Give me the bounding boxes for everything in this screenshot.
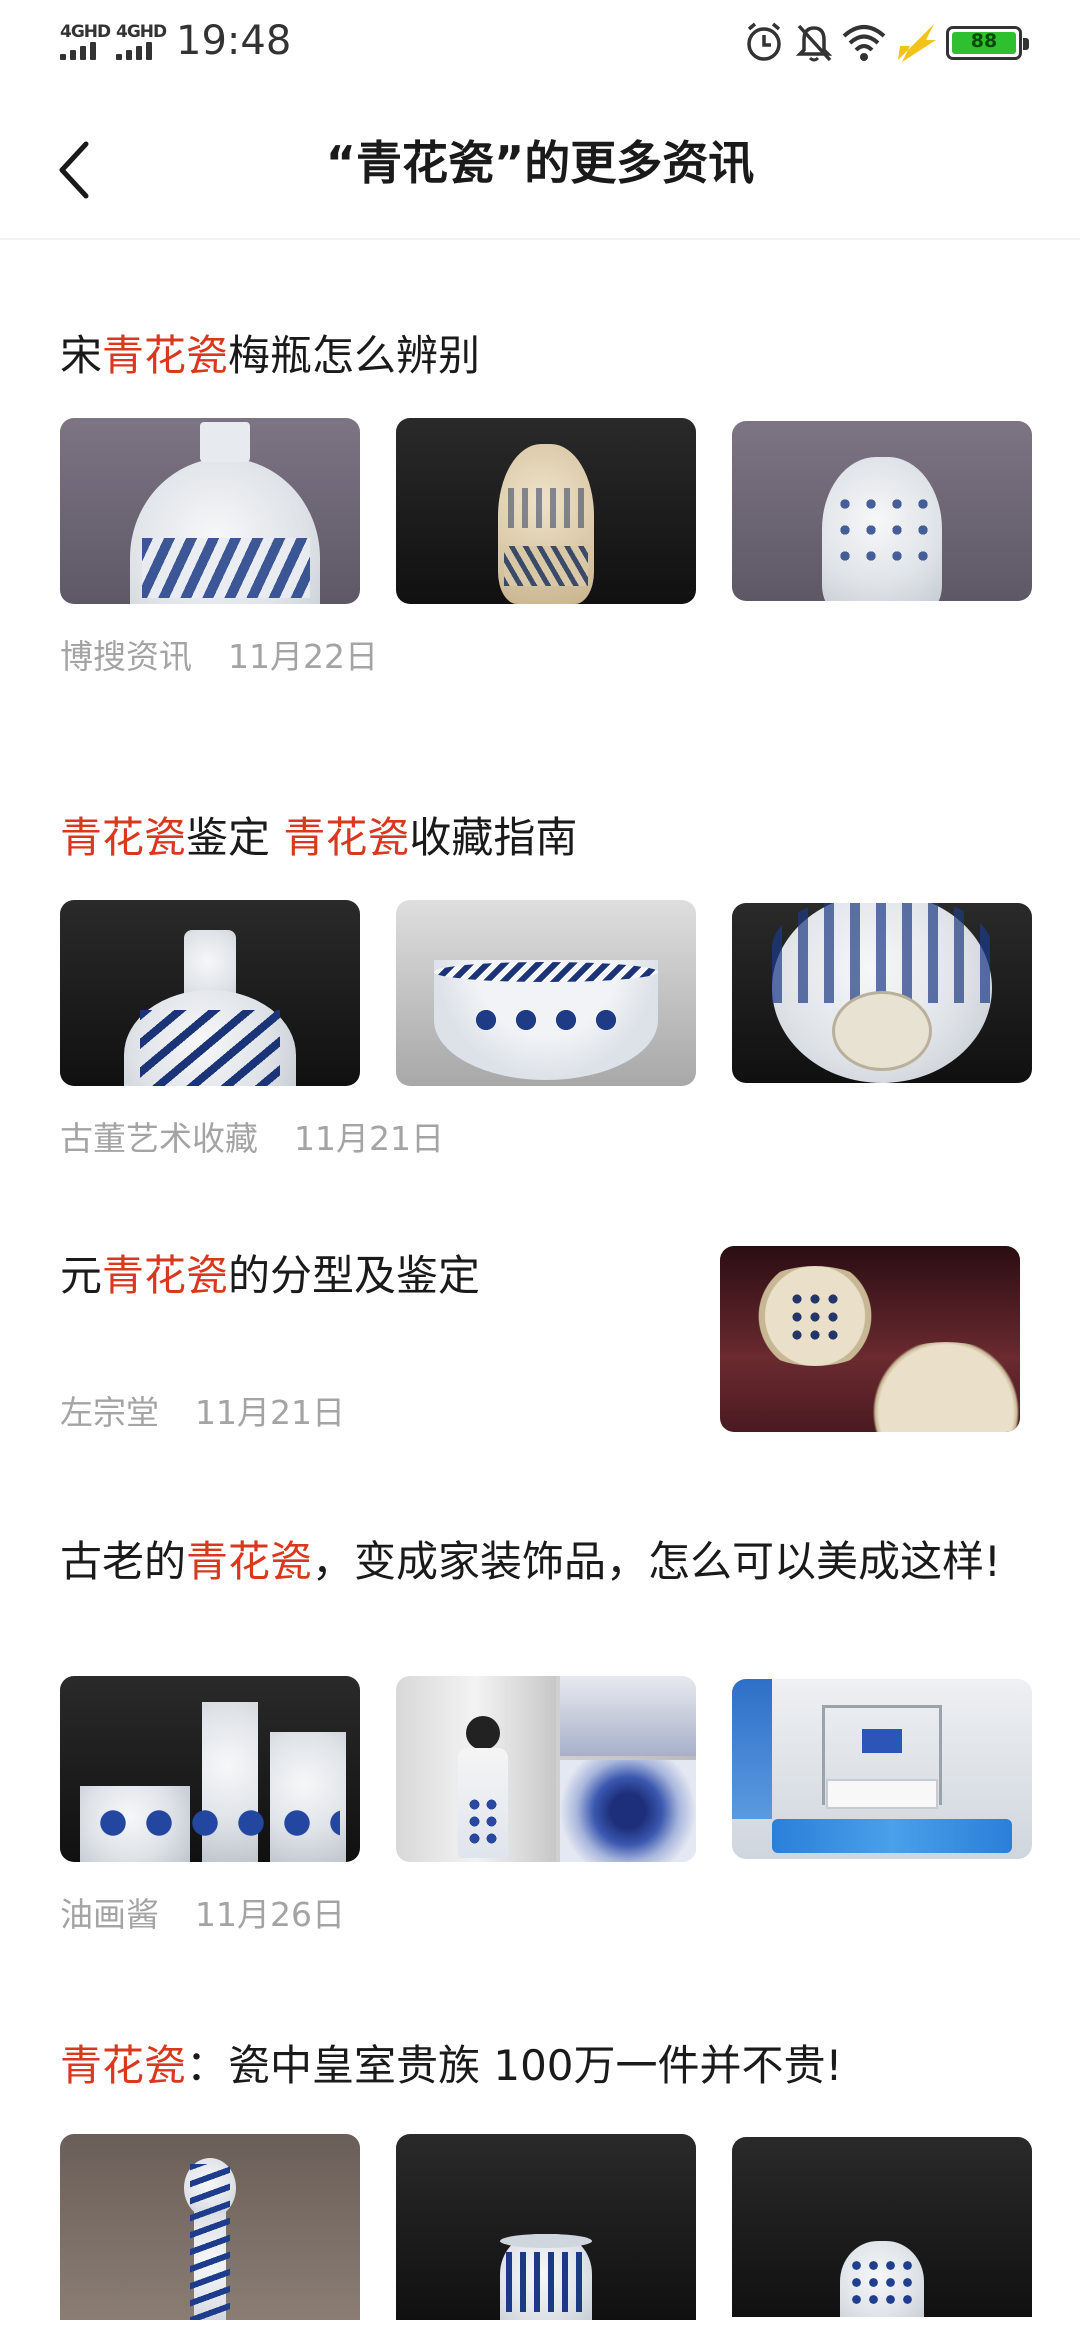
news-title[interactable]: 青花瓷鉴定 青花瓷收藏指南 — [60, 812, 1020, 864]
page-header: “青花瓷”的更多资讯 — [0, 100, 1080, 240]
title-text: ，变成家装饰品，怎么可以美成这样! — [312, 1537, 1001, 1586]
status-time: 19:48 — [176, 18, 292, 64]
thumbnail-row — [60, 418, 1032, 604]
news-item[interactable]: 青花瓷鉴定 青花瓷收藏指南 古董艺术收藏 11月21日 — [60, 812, 1032, 1182]
news-title[interactable]: 宋青花瓷梅瓶怎么辨别 — [60, 330, 1020, 382]
news-meta: 博搜资讯 11月22日 — [60, 630, 378, 678]
signal-icon: 4GHD — [60, 22, 112, 62]
news-item[interactable]: 青花瓷：瓷中皇室贵族 100万一件并不贵! — [60, 2040, 1032, 2340]
battery-icon: 88 — [946, 26, 1029, 60]
title-text: 的分型及鉴定 — [228, 1251, 481, 1300]
news-date: 11月26日 — [195, 1895, 345, 1934]
news-thumbnail[interactable] — [60, 418, 360, 604]
page-title: “青花瓷”的更多资讯 — [325, 136, 755, 190]
thumbnail-row — [60, 900, 1032, 1086]
news-thumbnail[interactable] — [396, 2134, 696, 2320]
alarm-icon — [747, 22, 781, 61]
news-source: 左宗堂 — [60, 1393, 159, 1432]
news-thumbnail[interactable] — [60, 1676, 360, 1862]
title-keyword: 青花瓷 — [186, 1537, 313, 1586]
news-source: 古董艺术收藏 — [60, 1119, 258, 1158]
news-item[interactable]: 宋青花瓷梅瓶怎么辨别 博搜资讯 11月22日 — [60, 330, 1032, 700]
news-thumbnail[interactable] — [732, 1679, 1032, 1859]
news-meta: 左宗堂 11月21日 — [60, 1386, 345, 1434]
news-date: 11月21日 — [294, 1119, 444, 1158]
battery-level: 88 — [970, 30, 998, 52]
title-text: 鉴定 — [186, 813, 284, 862]
news-thumbnail[interactable] — [396, 900, 696, 1086]
title-keyword: 青花瓷 — [102, 331, 229, 380]
news-source: 博搜资讯 — [60, 637, 192, 676]
network-label: 4GHD — [116, 22, 167, 42]
network-label: 4GHD — [60, 22, 111, 42]
wifi-icon — [842, 25, 886, 61]
title-text: 古老的 — [60, 1537, 187, 1586]
title-keyword: 青花瓷 — [283, 813, 410, 862]
title-keyword: 青花瓷 — [102, 1251, 229, 1300]
bell-off-icon — [795, 24, 833, 62]
news-thumbnail[interactable] — [396, 1676, 696, 1862]
charging-icon — [898, 24, 936, 62]
news-thumbnail[interactable] — [60, 900, 360, 1086]
news-thumbnail[interactable] — [60, 2134, 360, 2320]
title-keyword: 青花瓷 — [60, 2041, 187, 2090]
news-date: 11月21日 — [195, 1393, 345, 1432]
title-text: 收藏指南 — [409, 813, 578, 862]
title-text: ：瓷中皇室贵族 100万一件并不贵! — [186, 2041, 843, 2090]
news-title[interactable]: 古老的青花瓷，变成家装饰品，怎么可以美成这样! — [60, 1536, 1020, 1588]
status-bar: 4GHD 4GHD 19:48 88 — [0, 0, 1080, 84]
news-date: 11月22日 — [228, 637, 378, 676]
news-thumbnail[interactable] — [732, 421, 1032, 601]
thumbnail-row — [60, 2134, 1032, 2320]
news-thumbnail[interactable] — [396, 418, 696, 604]
news-item[interactable]: 古老的青花瓷，变成家装饰品，怎么可以美成这样! 油画酱 11月26日 — [60, 1536, 1032, 1956]
news-thumbnail[interactable] — [732, 2137, 1032, 2317]
news-title[interactable]: 元青花瓷的分型及鉴定 — [60, 1250, 680, 1302]
news-meta: 油画酱 11月26日 — [60, 1888, 345, 1936]
title-keyword: 青花瓷 — [60, 813, 187, 862]
chevron-left-icon[interactable] — [50, 130, 110, 210]
news-thumbnail[interactable] — [720, 1246, 1020, 1432]
title-text: 梅瓶怎么辨别 — [228, 331, 481, 380]
news-thumbnail[interactable] — [732, 903, 1032, 1083]
title-text: 元 — [60, 1251, 103, 1300]
news-title[interactable]: 青花瓷：瓷中皇室贵族 100万一件并不贵! — [60, 2040, 1020, 2092]
signal-icon: 4GHD — [116, 22, 168, 62]
news-item[interactable]: 元青花瓷的分型及鉴定 左宗堂 11月21日 — [60, 1246, 1020, 1450]
title-text: 宋 — [60, 331, 103, 380]
news-meta: 古董艺术收藏 11月21日 — [60, 1112, 444, 1160]
thumbnail-row — [60, 1676, 1032, 1862]
news-source: 油画酱 — [60, 1895, 159, 1934]
